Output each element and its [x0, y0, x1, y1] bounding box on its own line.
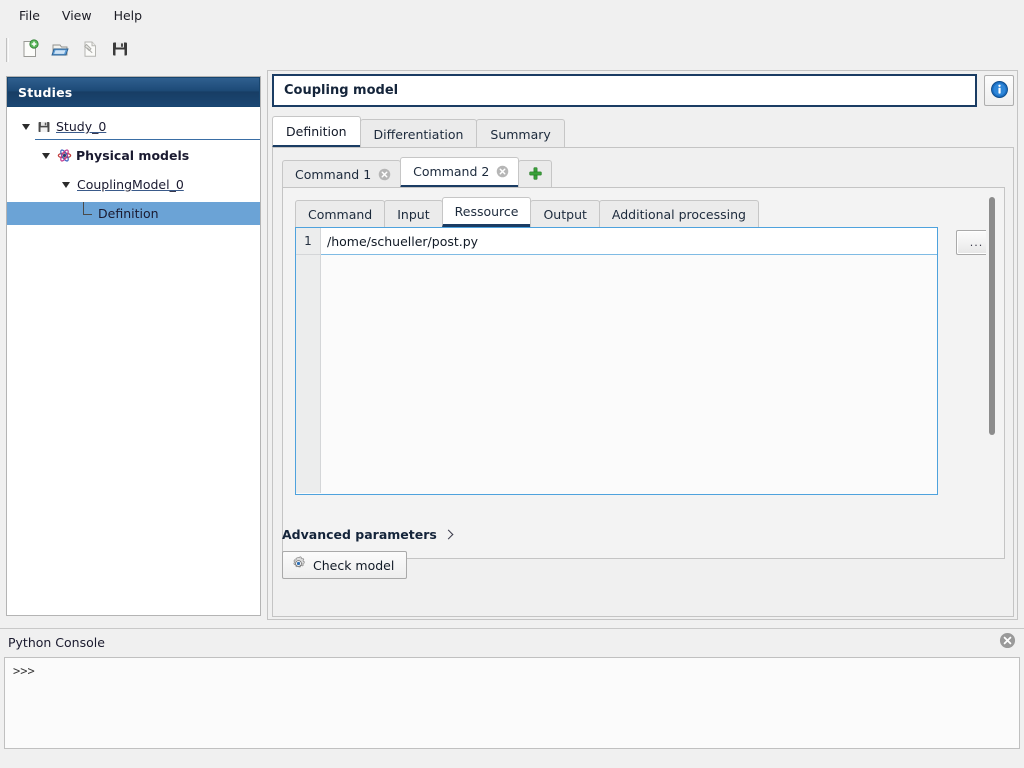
import-button[interactable]	[75, 35, 105, 65]
check-model-button[interactable]: Check model	[282, 551, 407, 579]
tab-differentiation[interactable]: Differentiation	[360, 119, 478, 148]
plus-icon	[528, 166, 543, 184]
row-index: 1	[296, 228, 321, 255]
menu-item-file[interactable]: File	[8, 4, 51, 27]
resource-path-cell[interactable]: /home/schueller/post.py	[321, 228, 937, 255]
subtab-command[interactable]: Command	[295, 200, 385, 227]
studies-panel-header: Studies	[7, 77, 260, 107]
table-row[interactable]: 1 /home/schueller/post.py	[296, 228, 937, 255]
tree-item-coupling-model-0[interactable]: CouplingModel_0	[7, 173, 260, 196]
floppy-icon	[35, 120, 53, 134]
toolbar-drag-handle[interactable]	[6, 38, 9, 62]
import-icon	[80, 39, 100, 62]
menu-item-view[interactable]: View	[51, 4, 103, 27]
tree-item-definition[interactable]: Definition	[7, 202, 260, 225]
tree-item-label: Definition	[95, 206, 159, 221]
ellipsis-icon: ...	[970, 239, 984, 247]
python-console-title: Python Console	[8, 635, 105, 650]
studies-panel: Studies Study_0	[6, 76, 261, 616]
subtab-additional-processing[interactable]: Additional processing	[599, 200, 759, 227]
tree-item-label: Study_0	[53, 119, 106, 134]
studies-tree: Study_0 Physical models	[7, 107, 260, 225]
close-circle-icon[interactable]	[378, 168, 391, 181]
open-study-button[interactable]	[45, 35, 75, 65]
tree-divider	[35, 139, 260, 140]
command-tab-label: Command 2	[413, 164, 489, 179]
command-tab-label: Command 1	[295, 167, 371, 182]
tree-elbow-connector	[79, 208, 95, 220]
python-console-panel: Python Console >>>	[0, 628, 1024, 768]
command-tabstrip: Command 1 Command 2	[282, 157, 552, 188]
info-button[interactable]	[984, 75, 1014, 106]
resource-scrollbar-thumb[interactable]	[989, 197, 995, 435]
save-icon	[111, 40, 129, 61]
tab-definition[interactable]: Definition	[272, 116, 361, 148]
command-tab-2[interactable]: Command 2	[400, 157, 519, 188]
command-subtabstrip: Command Input Ressource Output Additiona…	[295, 197, 758, 227]
tree-item-label: CouplingModel_0	[75, 177, 184, 192]
expand-arrow-icon[interactable]	[17, 124, 35, 130]
subtab-input[interactable]: Input	[384, 200, 442, 227]
subtab-ressource[interactable]: Ressource	[442, 197, 532, 227]
tree-item-physical-models[interactable]: Physical models	[7, 144, 260, 167]
application-window: File View Help	[0, 0, 1024, 768]
check-model-label: Check model	[313, 558, 394, 573]
tree-item-study-0[interactable]: Study_0	[7, 115, 260, 138]
subtab-output[interactable]: Output	[530, 200, 599, 227]
toolbar	[0, 31, 1024, 69]
advanced-parameters-toggle[interactable]: Advanced parameters	[282, 527, 452, 542]
table-empty-area[interactable]	[296, 255, 937, 493]
model-tabstrip: Definition Differentiation Summary	[272, 116, 1014, 148]
python-console-header: Python Console	[0, 629, 1024, 655]
add-command-button[interactable]	[518, 160, 552, 188]
expand-arrow-icon[interactable]	[37, 153, 55, 159]
model-title-field[interactable]: Coupling model	[272, 74, 977, 107]
close-console-button[interactable]	[999, 632, 1016, 652]
tree-item-label: Physical models	[73, 148, 189, 163]
atom-icon	[55, 148, 73, 163]
menu-item-help[interactable]: Help	[103, 4, 154, 27]
model-title-row: Coupling model	[272, 73, 1014, 108]
info-icon	[990, 80, 1009, 102]
advanced-parameters-label: Advanced parameters	[282, 527, 437, 542]
command-detail-panel: Command Input Ressource Output Additiona…	[282, 187, 1005, 559]
save-button[interactable]	[105, 35, 135, 65]
table-empty-body	[321, 255, 937, 493]
row-header-gutter	[296, 255, 321, 493]
menu-bar: File View Help	[0, 0, 1024, 31]
chevron-right-icon	[443, 529, 453, 539]
expand-arrow-icon[interactable]	[57, 182, 75, 188]
python-console-output[interactable]: >>>	[4, 657, 1020, 749]
close-circle-icon[interactable]	[496, 165, 509, 178]
open-icon	[50, 39, 70, 62]
new-study-icon	[20, 39, 40, 62]
definition-pane: Command 1 Command 2	[272, 147, 1014, 617]
new-study-button[interactable]	[15, 35, 45, 65]
tab-summary[interactable]: Summary	[476, 119, 564, 148]
command-tab-1[interactable]: Command 1	[282, 160, 401, 188]
resource-table: 1 /home/schueller/post.py	[295, 227, 938, 495]
gear-icon	[291, 556, 306, 574]
